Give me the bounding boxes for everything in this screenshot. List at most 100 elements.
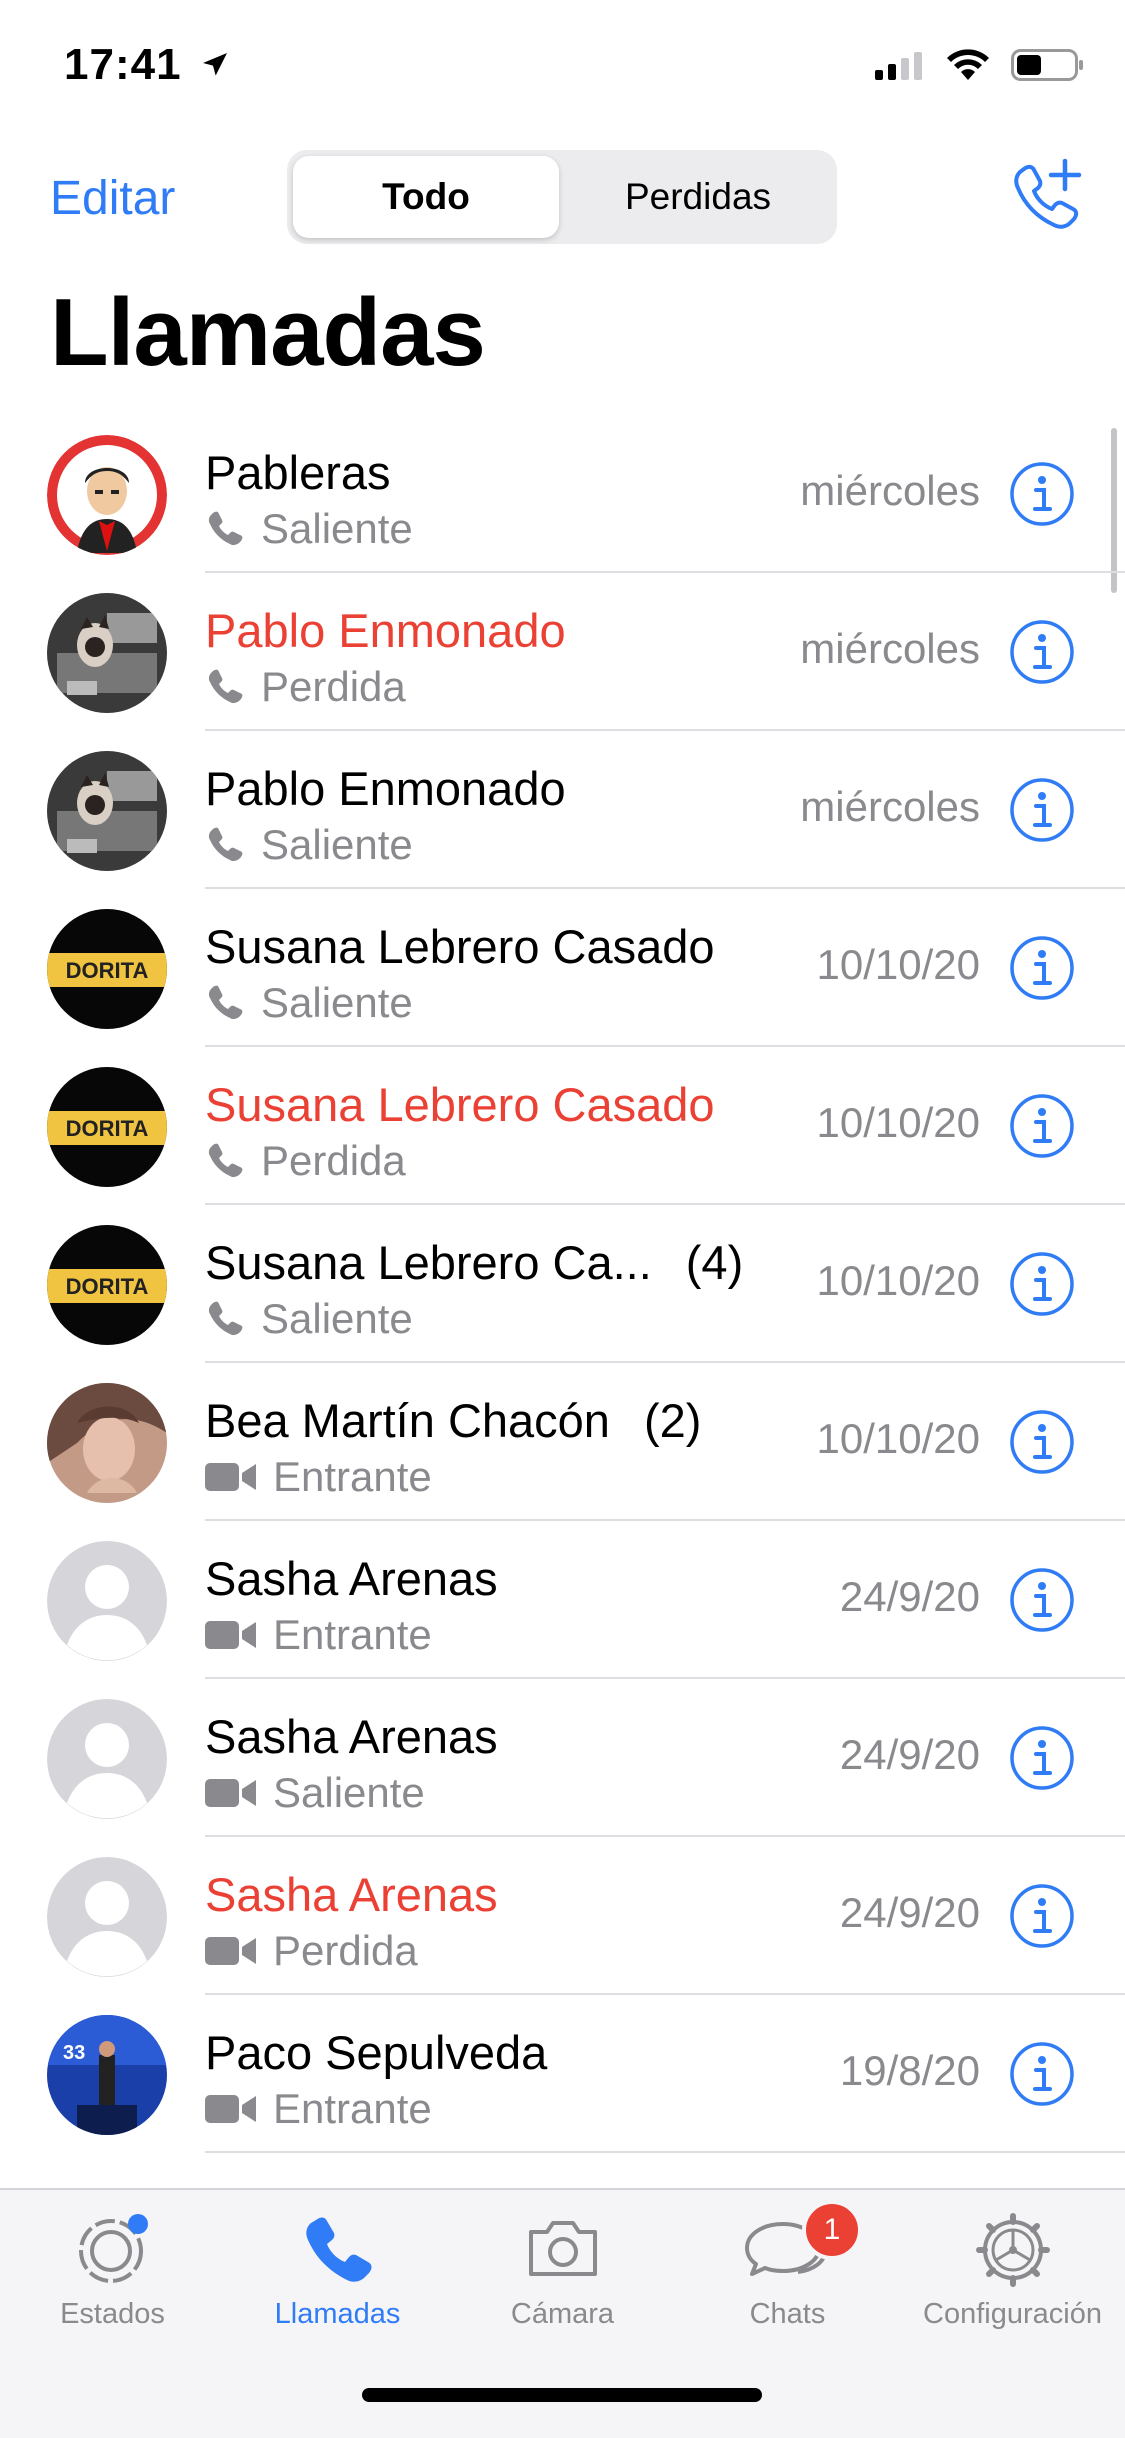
avatar[interactable]: 33	[47, 2015, 167, 2135]
phone-icon	[208, 1143, 243, 1178]
contact-name: Pablo Enmonado	[205, 603, 566, 658]
avatar[interactable]: DORITA	[47, 909, 167, 1029]
call-row[interactable]: Sasha Arenas Perdida 24/9/20	[0, 1837, 1125, 1995]
avatar[interactable]: DORITA	[47, 1225, 167, 1345]
info-icon	[1010, 1094, 1074, 1158]
call-date: 10/10/20	[816, 1099, 981, 1146]
call-date: 24/9/20	[839, 1889, 980, 1936]
contact-name: Bea Martín Chacón (2)	[205, 1393, 701, 1448]
info-button[interactable]	[1009, 1409, 1075, 1475]
call-date: miércoles	[800, 783, 980, 830]
phone-plus-icon	[1014, 158, 1082, 229]
call-status-text: Entrante	[273, 1453, 432, 1500]
call-date: 24/9/20	[839, 1573, 980, 1620]
contact-name-text: Pablo Enmonado	[205, 762, 566, 815]
call-list: Pableras Saliente miércoles Pablo Enmonado P…	[0, 415, 1125, 2153]
status-icon	[74, 2210, 152, 2293]
call-date: miércoles	[800, 625, 980, 672]
call-row[interactable]: Sasha Arenas Saliente 24/9/20	[0, 1679, 1125, 1837]
tab-label: Estados	[60, 2298, 165, 2330]
info-icon	[1010, 620, 1074, 684]
tab-estados[interactable]: Estados	[0, 2190, 225, 2350]
svg-text:DORITA: DORITA	[66, 958, 149, 983]
segmented-control: Todo Perdidas	[287, 150, 837, 244]
call-count: (4)	[685, 1236, 744, 1289]
call-row[interactable]: 33 Paco Sepulveda Entrante 19/8/20	[0, 1995, 1125, 2153]
call-row[interactable]: DORITA Susana Lebrero Casado Perdida 10/10/…	[0, 1047, 1125, 1205]
avatar[interactable]	[47, 435, 167, 555]
svg-text:DORITA: DORITA	[66, 1116, 149, 1141]
chats-badge: 1	[802, 2200, 862, 2260]
call-row[interactable]: DORITA Susana Lebrero Casado Saliente 10/10…	[0, 889, 1125, 1047]
call-row[interactable]: Bea Martín Chacón (2) Entrante 10/10/20	[0, 1363, 1125, 1521]
call-status: Perdida	[205, 663, 406, 711]
contact-name-text: Susana Lebrero Ca...	[205, 1236, 652, 1289]
call-row[interactable]: Sasha Arenas Entrante 24/9/20	[0, 1521, 1125, 1679]
tab-configuracion[interactable]: Configuración	[900, 2190, 1125, 2350]
contact-name-text: Susana Lebrero Casado	[205, 1078, 715, 1131]
phone-icon	[208, 827, 243, 862]
settings-icon	[973, 2210, 1053, 2295]
contact-name-text: Susana Lebrero Casado	[205, 920, 715, 973]
info-icon	[1010, 778, 1074, 842]
info-button[interactable]	[1009, 1567, 1075, 1633]
call-status: Entrante	[205, 1611, 432, 1659]
avatar[interactable]	[47, 1383, 167, 1503]
tab-chats[interactable]: 1 Chats	[675, 2190, 900, 2350]
info-button[interactable]	[1009, 777, 1075, 843]
info-button[interactable]	[1009, 1251, 1075, 1317]
contact-name: Sasha Arenas	[205, 1709, 498, 1764]
call-status: Entrante	[205, 2085, 432, 2133]
contact-name: Paco Sepulveda	[205, 2025, 547, 2080]
new-call-button[interactable]	[1009, 157, 1085, 233]
info-button[interactable]	[1009, 2041, 1075, 2107]
avatar[interactable]	[47, 751, 167, 871]
contact-name-text: Sasha Arenas	[205, 1552, 498, 1605]
segment-todo[interactable]: Todo	[293, 156, 559, 238]
tab-llamadas[interactable]: Llamadas	[225, 2190, 450, 2350]
status-icons	[875, 48, 1085, 82]
phone-icon	[208, 1301, 243, 1336]
avatar[interactable]	[47, 1699, 167, 1819]
tab-label: Chats	[749, 2298, 826, 2330]
info-button[interactable]	[1009, 1093, 1075, 1159]
call-status: Entrante	[205, 1453, 432, 1501]
segment-perdidas[interactable]: Perdidas	[565, 156, 831, 238]
row-separator	[205, 2151, 1125, 2153]
battery-icon	[1011, 49, 1083, 81]
call-count: (2)	[643, 1394, 702, 1447]
contact-name-text: Bea Martín Chacón	[205, 1394, 610, 1447]
info-button[interactable]	[1009, 935, 1075, 1001]
call-row[interactable]: Pablo Enmonado Perdida miércoles	[0, 573, 1125, 731]
call-status-text: Saliente	[273, 1769, 425, 1816]
info-button[interactable]	[1009, 461, 1075, 527]
avatar[interactable]	[47, 1857, 167, 1977]
info-icon	[1010, 936, 1074, 1000]
call-date: 10/10/20	[816, 941, 981, 988]
avatar[interactable]	[47, 1541, 167, 1661]
info-button[interactable]	[1009, 1725, 1075, 1791]
contact-name: Susana Lebrero Casado	[205, 919, 715, 974]
video-camera-icon	[205, 1463, 256, 1491]
call-row[interactable]: Pableras Saliente miércoles	[0, 415, 1125, 573]
avatar[interactable]: DORITA	[47, 1067, 167, 1187]
info-button[interactable]	[1009, 619, 1075, 685]
tab-camara[interactable]: Cámara	[450, 2190, 675, 2350]
info-icon	[1010, 1884, 1074, 1948]
location-arrow-icon	[202, 53, 227, 76]
call-status-text: Saliente	[261, 505, 413, 552]
avatar[interactable]	[47, 593, 167, 713]
call-row[interactable]: DORITA Susana Lebrero Ca... (4) Saliente 10/…	[0, 1205, 1125, 1363]
contact-name: Pableras	[205, 445, 391, 500]
contact-name-text: Pableras	[205, 446, 391, 499]
call-date: 10/10/20	[816, 1415, 981, 1462]
call-status-text: Saliente	[261, 821, 413, 868]
contact-name: Susana Lebrero Ca... (4)	[205, 1235, 743, 1290]
call-date: 24/9/20	[839, 1731, 980, 1778]
edit-button[interactable]: Editar	[50, 171, 175, 226]
call-row[interactable]: Pablo Enmonado Saliente miércoles	[0, 731, 1125, 889]
status-time: 17:41	[64, 40, 231, 90]
call-date: miércoles	[800, 467, 980, 514]
info-button[interactable]	[1009, 1883, 1075, 1949]
call-status: Perdida	[205, 1137, 406, 1185]
